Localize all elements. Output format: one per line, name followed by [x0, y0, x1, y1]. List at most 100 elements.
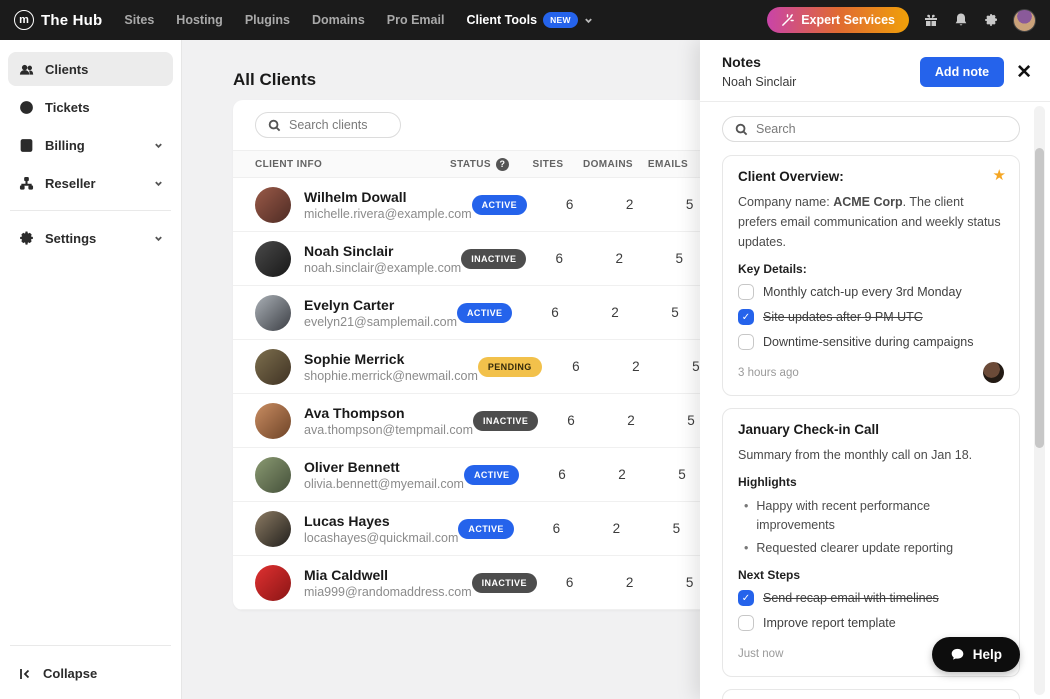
nav-domains[interactable]: Domains — [312, 13, 365, 27]
bullet-text: Requested clearer update reporting — [756, 539, 953, 558]
nav-plugins[interactable]: Plugins — [245, 13, 290, 27]
close-icon[interactable]: ✕ — [1016, 63, 1032, 82]
help-button[interactable]: Help — [932, 637, 1020, 672]
sidebar: Clients Tickets $ Billing Reseller — [0, 40, 182, 699]
sidebar-item-label: Reseller — [45, 176, 96, 191]
gift-icon[interactable] — [923, 12, 939, 28]
column-client-info: Client Info — [255, 159, 450, 170]
client-info-cell: Evelyn Carterevelyn21@samplemail.com — [255, 295, 457, 331]
domains-count: 2 — [601, 413, 661, 428]
collapse-button[interactable]: Collapse — [8, 656, 173, 685]
client-avatar — [255, 187, 291, 223]
collapse-icon — [18, 667, 32, 681]
checkbox[interactable] — [738, 334, 754, 350]
hub-brand[interactable]: m The Hub — [14, 10, 102, 30]
notes-scrollbar-track[interactable] — [1034, 106, 1045, 695]
bullet-icon: • — [744, 497, 748, 536]
client-text: Wilhelm Dowallmichelle.rivera@example.co… — [304, 189, 472, 221]
sidebar-item-settings[interactable]: Settings — [8, 221, 173, 255]
sidebar-item-tickets[interactable]: Tickets — [8, 90, 173, 124]
domains-count: 2 — [592, 467, 652, 482]
client-text: Evelyn Carterevelyn21@samplemail.com — [304, 297, 457, 329]
nav-client-tools-label: Client Tools — [466, 13, 537, 27]
note-checklist-item[interactable]: Monthly catch-up every 3rd Monday — [738, 284, 1004, 300]
sites-count: 6 — [526, 521, 586, 536]
status-cell: INACTIVE — [461, 249, 529, 269]
note-section-heading: Key Details: — [738, 262, 1004, 276]
domains-count: 2 — [606, 359, 666, 374]
checkbox[interactable]: ✓ — [738, 309, 754, 325]
client-name: Noah Sinclair — [304, 243, 461, 259]
client-avatar — [255, 565, 291, 601]
chevron-down-icon — [584, 16, 593, 25]
column-status-label: Status — [450, 159, 491, 170]
client-text: Lucas Hayeslocashayes@quickmail.com — [304, 513, 458, 545]
chevron-down-icon — [154, 179, 163, 188]
sidebar-item-label: Billing — [45, 138, 85, 153]
client-avatar — [255, 403, 291, 439]
sidebar-item-clients[interactable]: Clients — [8, 52, 173, 86]
nav-hosting[interactable]: Hosting — [176, 13, 223, 27]
nav-pro-email[interactable]: Pro Email — [387, 13, 445, 27]
help-label: Help — [973, 647, 1002, 662]
client-text: Noah Sinclairnoah.sinclair@example.com — [304, 243, 461, 275]
chevron-down-icon — [154, 234, 163, 243]
notes-search-input[interactable] — [756, 122, 1007, 136]
checklist-label: Downtime-sensitive during campaigns — [763, 335, 974, 349]
status-help-icon[interactable]: ? — [496, 158, 509, 171]
sidebar-divider — [10, 645, 171, 646]
sidebar-item-reseller[interactable]: Reseller — [8, 166, 173, 200]
status-cell: ACTIVE — [464, 465, 532, 485]
column-domains: Domains — [578, 159, 638, 170]
brand-name: The Hub — [41, 12, 102, 29]
user-avatar[interactable] — [1013, 9, 1036, 32]
domains-count: 2 — [585, 305, 645, 320]
sites-count: 6 — [541, 413, 601, 428]
gear-icon[interactable] — [983, 12, 999, 28]
client-avatar — [255, 511, 291, 547]
status-cell: INACTIVE — [473, 411, 541, 431]
note-author-avatar[interactable] — [983, 362, 1004, 383]
status-cell: ACTIVE — [458, 519, 526, 539]
sidebar-item-label: Clients — [45, 62, 88, 77]
note-checklist-item[interactable]: ✓Send recap email with timelines — [738, 590, 1004, 606]
sidebar-item-billing[interactable]: $ Billing — [8, 128, 173, 162]
search-clients-input[interactable] — [289, 118, 388, 132]
status-badge: ACTIVE — [457, 303, 512, 323]
search-icon — [735, 123, 748, 136]
checklist-label: Improve report template — [763, 616, 896, 630]
status-cell: INACTIVE — [472, 573, 540, 593]
client-email: shophie.merrick@newmail.com — [304, 369, 478, 383]
checkbox[interactable] — [738, 615, 754, 631]
notes-scrollbar-thumb[interactable] — [1035, 148, 1044, 448]
note-checklist-item[interactable]: Downtime-sensitive during campaigns — [738, 334, 1004, 350]
note-footer: 3 hours ago — [738, 362, 1004, 383]
bell-icon[interactable] — [953, 12, 969, 28]
status-cell: ACTIVE — [472, 195, 540, 215]
nav-client-tools[interactable]: Client Tools NEW — [466, 12, 592, 28]
note-timestamp: 3 hours ago — [738, 367, 799, 379]
client-info-cell: Noah Sinclairnoah.sinclair@example.com — [255, 241, 461, 277]
nav-sites[interactable]: Sites — [124, 13, 154, 27]
client-name: Ava Thompson — [304, 405, 473, 421]
note-checklist-item[interactable]: Improve report template — [738, 615, 1004, 631]
sidebar-item-label: Settings — [45, 231, 96, 246]
checkbox[interactable] — [738, 284, 754, 300]
client-info-cell: Ava Thompsonava.thompson@tempmail.com — [255, 403, 473, 439]
add-note-button[interactable]: Add note — [920, 57, 1004, 87]
note-checklist-item[interactable]: ✓Site updates after 9 PM UTC — [738, 309, 1004, 325]
expert-services-button[interactable]: Expert Services — [767, 7, 909, 33]
checkbox[interactable]: ✓ — [738, 590, 754, 606]
client-search — [255, 112, 401, 138]
sites-count: 6 — [525, 305, 585, 320]
collapse-label: Collapse — [43, 666, 97, 681]
sites-count: 6 — [529, 251, 589, 266]
magic-wand-icon — [781, 14, 794, 27]
client-avatar — [255, 457, 291, 493]
domains-count: 2 — [589, 251, 649, 266]
invoice-icon: $ — [18, 137, 34, 153]
client-name: Lucas Hayes — [304, 513, 458, 529]
expert-services-label: Expert Services — [801, 13, 895, 27]
star-icon[interactable]: ★ — [993, 166, 1006, 184]
client-text: Oliver Bennettolivia.bennett@myemail.com — [304, 459, 464, 491]
